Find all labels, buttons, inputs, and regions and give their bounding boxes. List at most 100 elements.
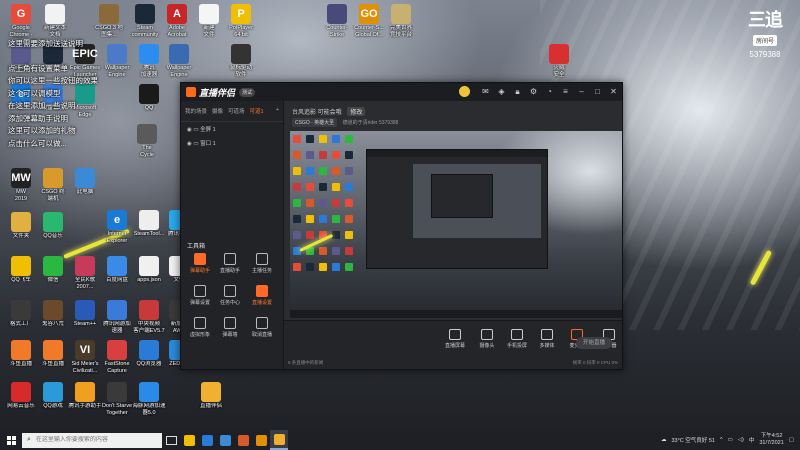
desktop-icon[interactable]: CSGO 3 地 图集...	[90, 4, 128, 38]
desktop-icon[interactable]: Wallpaper Engine	[160, 44, 198, 78]
app-icon	[43, 340, 63, 360]
desktop-icon[interactable]: GGoogle Chrome - 2021...	[2, 4, 40, 38]
bell-icon[interactable]: ◔	[545, 87, 554, 96]
desktop-icon[interactable]: 此电脑	[66, 168, 104, 196]
taskbar-app[interactable]	[234, 430, 252, 450]
notification-icon[interactable]: ▢	[789, 437, 794, 443]
app-icon	[43, 168, 63, 188]
desktop-icon-label: CSGO 3 地 图集...	[95, 25, 123, 38]
preview-icon	[332, 167, 340, 175]
desktop-icon[interactable]: 鼠标驱动 软件	[222, 44, 260, 78]
ime-icon[interactable]: 中	[749, 436, 755, 444]
preview-icon	[293, 199, 301, 207]
taskbar-app[interactable]	[270, 430, 288, 450]
taskbar: ⌕ ☁ 33°C 空气良好 51 ^ ▭ ◁) 中 下午4:52 31/7/20…	[0, 430, 800, 450]
taskbar-app[interactable]	[180, 430, 198, 450]
tool-icon	[194, 285, 206, 297]
tool-button[interactable]: 任务中心	[217, 285, 243, 306]
weather-text[interactable]: 33°C 空气良好 51	[671, 436, 714, 444]
window-controls: ✉ ◈ 🔒︎ ⚙ ◔ ≡ – □ ✕	[459, 86, 618, 97]
app-icon	[201, 382, 221, 402]
start-button[interactable]	[0, 430, 22, 450]
taskbar-app[interactable]	[216, 430, 234, 450]
menu-icon[interactable]: ≡	[561, 87, 570, 96]
note-line: 在这里添加一些说明	[8, 101, 76, 110]
desktop-icon[interactable]: 火绒 安全	[540, 44, 578, 78]
preview-icon	[345, 247, 353, 255]
tool-button[interactable]: 虚拟形象	[187, 317, 213, 338]
control-button[interactable]: 多媒体	[534, 329, 560, 349]
desktop-icon[interactable]: 直播伴侣	[192, 382, 230, 410]
control-button[interactable]: 手机投屏	[504, 329, 530, 349]
add-tab-icon[interactable]: +	[276, 107, 279, 115]
tab-stage-1[interactable]: 可道1	[250, 107, 264, 115]
clock-time: 下午4:52	[760, 433, 783, 439]
tool-button[interactable]: 弹幕设置	[187, 285, 213, 306]
taskbar-app[interactable]	[252, 430, 270, 450]
desktop-icon[interactable]: QQ音乐	[34, 212, 72, 240]
app-icon	[139, 300, 159, 320]
stream-preview[interactable]	[290, 131, 622, 318]
start-stream-button[interactable]: 开始直播	[576, 337, 612, 349]
task-view-glyph	[165, 435, 177, 445]
tab-stage[interactable]: 可道场	[228, 107, 245, 115]
preview-icon	[319, 167, 327, 175]
clock[interactable]: 下午4:52 31/7/2021	[759, 433, 783, 447]
settings-icon[interactable]: ⚙	[529, 87, 538, 96]
tool-icon	[194, 317, 206, 329]
mail-icon[interactable]: ✉	[481, 87, 490, 96]
network-icon[interactable]: ▭	[728, 437, 733, 443]
room-category[interactable]: CSGO · 英雄大圣	[292, 118, 338, 127]
tool-label: 主播任务	[251, 268, 272, 274]
tool-button[interactable]: 取消直播	[249, 317, 275, 338]
tool-label: 直播设置	[251, 300, 272, 306]
preview-icon	[319, 151, 327, 159]
tool-button[interactable]: 主播任务	[249, 253, 275, 274]
tool-button[interactable]: 弹幕助手	[187, 253, 213, 274]
preview-icon	[306, 183, 314, 191]
desktop-icon[interactable]: 海豚网游加速 器5.0	[130, 382, 168, 416]
desktop-icon[interactable]: QQ	[130, 84, 168, 112]
close-icon[interactable]: ✕	[609, 87, 618, 96]
status-news[interactable]: 5 条直播中的新闻	[288, 360, 323, 366]
tool-button[interactable]: 直播设置	[249, 285, 275, 306]
control-icon	[541, 329, 553, 340]
user-avatar[interactable]	[459, 86, 470, 97]
control-button[interactable]: 直播屏幕	[442, 329, 468, 349]
desktop-icon[interactable]: 新建文本 文档	[36, 4, 74, 38]
tool-button[interactable]: 直播助手	[217, 253, 243, 274]
title-bar[interactable]: 直播伴侣 测试 ✉ ◈ 🔒︎ ⚙ ◔ ≡ – □ ✕	[181, 83, 622, 101]
tray-arrow-icon[interactable]: ^	[720, 437, 723, 443]
control-button[interactable]: 摄像头	[474, 329, 500, 349]
desktop-icon[interactable]: P PotPlayer 64 bit	[222, 4, 260, 38]
desktop-icon-label: The Cycle	[140, 145, 154, 158]
taskbar-search[interactable]: ⌕	[22, 432, 162, 448]
note-line: 这个可以调模型	[8, 88, 61, 98]
app-icon	[107, 300, 127, 320]
volume-icon[interactable]: ◁)	[738, 437, 744, 443]
maximize-icon[interactable]: □	[593, 87, 602, 96]
tab-camera[interactable]: 摄像	[212, 107, 223, 115]
desktop-icon[interactable]: 完美世界 竞技平台	[382, 4, 420, 38]
edit-room-button[interactable]: 修改	[347, 107, 366, 116]
tool-icon	[194, 253, 206, 265]
preview-icon	[306, 199, 314, 207]
note-line	[8, 51, 118, 63]
desktop-icon[interactable]: The Cycle	[128, 124, 166, 158]
desktop-icon-label: 新建文本 文档	[43, 25, 66, 38]
app-icon: G	[11, 4, 31, 24]
scene-item[interactable]: ◉ ▭ 窗口 1	[181, 136, 283, 150]
taskbar-app[interactable]	[198, 430, 216, 450]
scene-item[interactable]: ◉ ▭ 全屏 1	[181, 122, 283, 136]
tool-button[interactable]: 弹幕墙	[217, 317, 243, 338]
tab-scene[interactable]: 我的场景	[185, 107, 207, 115]
minimize-icon[interactable]: –	[577, 87, 586, 96]
taskbar-app-icon	[237, 434, 249, 446]
skin-icon[interactable]: ◈	[497, 87, 506, 96]
taskbar-app-icon	[273, 433, 285, 445]
control-label: 摄像头	[479, 343, 495, 349]
app-icon	[43, 300, 63, 320]
lock-icon[interactable]: 🔒︎	[513, 87, 522, 96]
search-input[interactable]	[33, 436, 158, 444]
task-view-icon[interactable]	[162, 430, 180, 450]
